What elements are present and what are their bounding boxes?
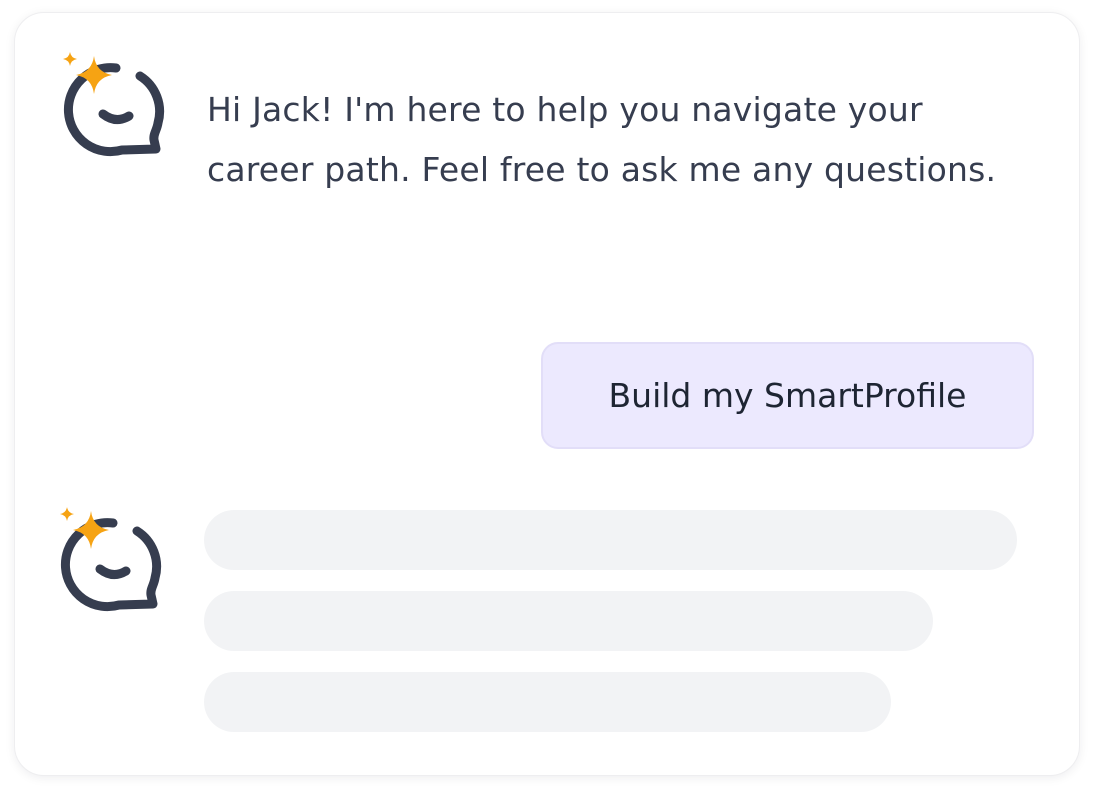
user-message-bubble[interactable]: Build my SmartProfile [541, 342, 1034, 449]
sparkle-chat-bubble-icon [63, 52, 165, 157]
sparkle-chat-bubble-icon [60, 507, 162, 612]
assistant-avatar-icon [55, 503, 165, 613]
loading-skeleton-line [204, 672, 891, 732]
assistant-avatar-icon [58, 48, 168, 158]
assistant-message: Hi Jack! I'm here to help you navigate y… [207, 90, 997, 189]
loading-skeleton-line [204, 591, 933, 651]
loading-skeleton-line [204, 510, 1017, 570]
